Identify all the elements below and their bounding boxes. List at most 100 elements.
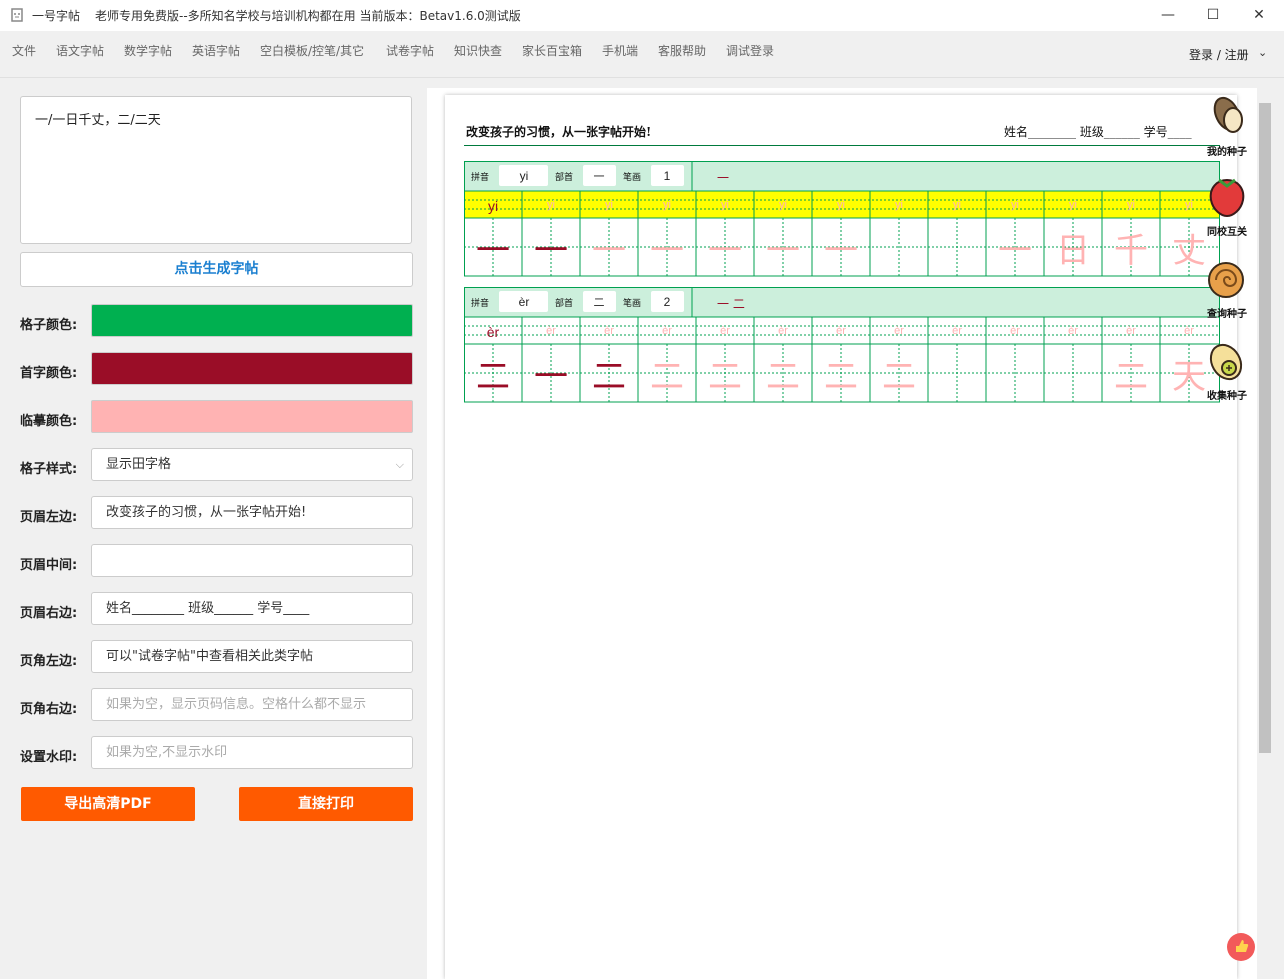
menu-item-8[interactable]: 手机端 bbox=[602, 42, 638, 59]
chevron-down-icon: ⌵ bbox=[395, 458, 404, 471]
header-center-label: 页眉中间: bbox=[20, 558, 78, 573]
menu-item-2[interactable]: 数学字帖 bbox=[124, 42, 172, 59]
practice-character: 二 bbox=[592, 357, 626, 397]
radical-value: 二 bbox=[594, 296, 605, 309]
practice-character: 一 bbox=[766, 231, 800, 271]
seed-button-2[interactable]: 查询种子 bbox=[1199, 254, 1255, 320]
radical-label: 部首 bbox=[555, 171, 573, 183]
radical-value: 一 bbox=[594, 170, 605, 183]
practice-character: 一 bbox=[476, 231, 510, 271]
pinyin-trace: èr bbox=[952, 325, 962, 337]
pinyin-trace: èr bbox=[546, 325, 556, 337]
practice-character: 一 bbox=[534, 231, 568, 271]
strawberry-icon bbox=[1209, 178, 1245, 218]
grid-style-label: 格子样式: bbox=[20, 462, 78, 477]
footer-right-input[interactable]: 如果为空，显示页码信息。空格什么都不显示 bbox=[91, 688, 413, 721]
close-button[interactable]: ✕ bbox=[1249, 5, 1269, 25]
export-pdf-button[interactable]: 导出高清PDF bbox=[21, 787, 195, 821]
header-right-input[interactable]: 姓名________ 班级______ 学号____ bbox=[91, 592, 413, 625]
pinyin-trace: èr bbox=[1010, 325, 1020, 337]
menu-item-10[interactable]: 调试登录 bbox=[726, 42, 774, 59]
first-char-color-label: 首字颜色: bbox=[20, 366, 78, 381]
footer-left-input[interactable]: 可以"试卷字帖"中查看相关此类字帖 bbox=[91, 640, 413, 673]
pinyin-trace: yi bbox=[779, 199, 787, 211]
seed-button-3[interactable]: 收集种子 bbox=[1199, 336, 1255, 402]
watermark-input[interactable]: 如果为空,不显示水印 bbox=[91, 736, 413, 769]
char-info-bar bbox=[464, 161, 1220, 192]
menu-item-5[interactable]: 试卷字帖 bbox=[386, 42, 434, 59]
strokes-label: 笔画 bbox=[623, 297, 641, 309]
practice-character: 二 bbox=[766, 357, 800, 397]
header-center-input[interactable] bbox=[91, 544, 413, 577]
header-left-label: 页眉左边: bbox=[20, 510, 78, 525]
pinyin-trace: èr bbox=[1184, 325, 1194, 337]
menu-item-4[interactable]: 空白模板/控笔/其它 bbox=[260, 42, 364, 59]
trace-color-swatch[interactable] bbox=[91, 400, 413, 433]
menu-item-1[interactable]: 语文字帖 bbox=[56, 42, 104, 59]
worksheet-grid: 拼音 yi 部首一笔画 1 一yi一yi一yi一yi一yi一yi一yi一yi yi yi一y… bbox=[464, 161, 1220, 403]
menu-item-6[interactable]: 知识快查 bbox=[454, 42, 502, 59]
pinyin-label: 拼音 bbox=[471, 171, 489, 183]
pinyin-trace: èr bbox=[1126, 325, 1136, 337]
editor-panel: 一/一日千丈，二/二天 点击生成字帖 格子颜色: 首字颜色: 临摹颜色: 格子样… bbox=[0, 78, 426, 979]
first-char-color-swatch[interactable] bbox=[91, 352, 413, 385]
pinyin-trace: yi bbox=[895, 199, 903, 211]
footer-right-label: 页角右边: bbox=[20, 702, 78, 717]
practice-character: 一 bbox=[592, 231, 626, 271]
pinyin-trace: yi bbox=[605, 199, 613, 211]
seed-button-1[interactable]: 同校互关 bbox=[1199, 172, 1255, 238]
grid-style-select[interactable]: 显示田字格 ⌵ bbox=[91, 448, 413, 481]
radical-label: 部首 bbox=[555, 297, 573, 309]
practice-character: 一 bbox=[824, 231, 858, 271]
maximize-button[interactable]: ☐ bbox=[1203, 5, 1223, 25]
chevron-down-icon[interactable]: ⌄ bbox=[1258, 46, 1267, 59]
pinyin-trace: èr bbox=[1068, 325, 1078, 337]
practice-character: 二 bbox=[824, 357, 858, 397]
seed-label: 同校互关 bbox=[1207, 227, 1247, 238]
pinyin-trace: èr bbox=[720, 325, 730, 337]
pinyin-trace: yi bbox=[663, 199, 671, 211]
minimize-button[interactable]: — bbox=[1158, 5, 1178, 25]
menu-item-3[interactable]: 英语字帖 bbox=[192, 42, 240, 59]
strokes-value: 2 bbox=[664, 295, 671, 309]
grid-color-label: 格子颜色: bbox=[20, 318, 78, 333]
practice-character: 一 bbox=[998, 231, 1032, 271]
thumbs-up-icon[interactable] bbox=[1227, 933, 1255, 961]
practice-character: 二 bbox=[650, 357, 684, 397]
trace-color-label: 临摹颜色: bbox=[20, 414, 78, 429]
grid-color-swatch[interactable] bbox=[91, 304, 413, 337]
practice-character: 日 bbox=[1056, 231, 1090, 271]
seed-button-0[interactable]: 我的种子 bbox=[1199, 92, 1255, 158]
menu-item-7[interactable]: 家长百宝箱 bbox=[522, 42, 582, 59]
generate-button[interactable]: 点击生成字帖 bbox=[20, 252, 413, 287]
login-register-link[interactable]: 登录 / 注册 bbox=[1189, 46, 1249, 63]
scrollbar-thumb[interactable] bbox=[1259, 103, 1271, 753]
menu-item-9[interactable]: 客服帮助 bbox=[658, 42, 706, 59]
seed-label: 收集种子 bbox=[1207, 391, 1247, 402]
content-textarea[interactable]: 一/一日千丈，二/二天 bbox=[20, 96, 412, 244]
pinyin-trace: èr bbox=[604, 325, 614, 337]
practice-character: 一 bbox=[650, 231, 684, 271]
practice-character: 一 bbox=[534, 357, 568, 397]
footer-left-label: 页角左边: bbox=[20, 654, 78, 669]
pinyin-trace: èr bbox=[778, 325, 788, 337]
pinyin-trace: yi bbox=[1011, 199, 1019, 211]
pinyin-trace: yi bbox=[837, 199, 845, 211]
seed-label: 查询种子 bbox=[1207, 309, 1247, 320]
header-left-input[interactable]: 改变孩子的习惯，从一张字帖开始! bbox=[91, 496, 413, 529]
pinyin-trace: yi bbox=[1069, 199, 1077, 211]
seed-add-icon bbox=[1209, 343, 1243, 381]
pinyin-first: yi bbox=[488, 198, 498, 214]
menu-bar: 登录 / 注册 ⌄ 文件 语文字帖 数学字帖 英语字帖 空白模板/控笔/其它 试卷字帖 知识… bbox=[0, 31, 1284, 78]
pinyin-trace: yi bbox=[1127, 199, 1135, 211]
practice-character: 千 bbox=[1114, 231, 1148, 271]
strokes-label: 笔画 bbox=[623, 171, 641, 183]
print-button[interactable]: 直接打印 bbox=[239, 787, 413, 821]
header-right-label: 页眉右边: bbox=[20, 606, 78, 621]
menu-item-0[interactable]: 文件 bbox=[12, 42, 36, 59]
stroke-order: 一 bbox=[717, 171, 729, 185]
practice-character: 二 bbox=[1114, 357, 1148, 397]
pinyin-trace: èr bbox=[894, 325, 904, 337]
strokes-value: 1 bbox=[664, 169, 671, 183]
practice-character: 二 bbox=[708, 357, 742, 397]
